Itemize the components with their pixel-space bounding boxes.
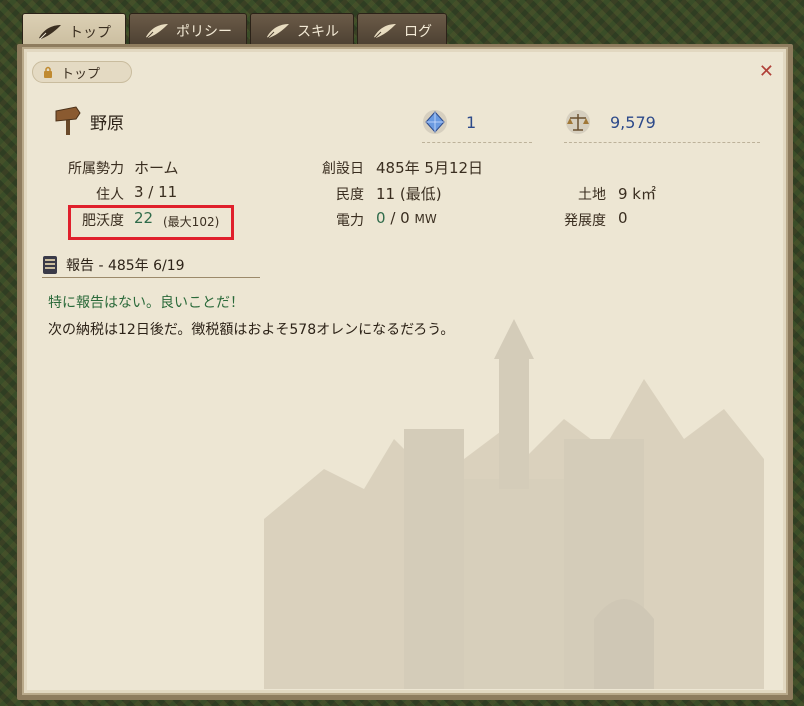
founded-value: 485年 5月12日 [376, 159, 484, 177]
tab-skill[interactable]: スキル [250, 13, 354, 47]
power-label: 電力 [336, 213, 364, 229]
quill-icon [374, 23, 396, 38]
tab-label: ログ [404, 23, 432, 40]
tab-log[interactable]: ログ [357, 13, 447, 47]
breadcrumb[interactable]: トップ [32, 61, 132, 83]
faction-label: 所属勢力 [68, 161, 124, 177]
morale-label: 民度 [336, 187, 364, 203]
divider [564, 142, 760, 143]
close-icon[interactable]: ✕ [759, 63, 774, 81]
signpost-icon [55, 106, 81, 135]
power-value: 0 / 0 MW [376, 209, 437, 227]
fertility-value: 22 [134, 209, 154, 227]
money-stat: 9,579 [564, 109, 760, 143]
report-line-tax: 次の納税は12日後だ。徴税額はおよそ578オレンになるだろう。 [48, 322, 455, 338]
tab-label: スキル [297, 23, 339, 40]
lock-icon [44, 66, 52, 78]
town-info-panel: トップ ✕ 野原 1 9,579 所属勢力 ホーム 住人 3 / 11 肥沃度 … [22, 47, 788, 695]
scales-icon [566, 110, 590, 134]
land-value: 9 k㎡ [618, 185, 656, 203]
tab-label: ポリシー [176, 23, 232, 40]
crystal-value: 1 [466, 112, 477, 132]
residents-value: 3 / 11 [134, 183, 178, 201]
report-title: 報告 - 485年 6/19 [66, 258, 185, 274]
report-header: 報告 - 485年 6/19 [42, 253, 260, 278]
development-label: 発展度 [564, 213, 606, 229]
crystal-icon [423, 110, 447, 134]
faction-value: ホーム [134, 159, 179, 177]
development-value: 0 [618, 209, 628, 227]
tab-policy[interactable]: ポリシー [129, 13, 247, 47]
power-unit: MW [414, 212, 437, 226]
divider [422, 142, 532, 143]
town-name: 野原 [90, 114, 124, 134]
book-icon [43, 256, 57, 274]
breadcrumb-label: トップ [61, 66, 101, 82]
quill-icon [267, 23, 289, 38]
morale-value: 11 (最低) [376, 185, 442, 203]
power-current: 0 [376, 209, 386, 227]
tab-label: トップ [69, 24, 111, 41]
crystal-stat: 1 [422, 109, 532, 143]
fertility-max: (最大102) [163, 215, 220, 229]
quill-icon [39, 24, 61, 39]
fertility-label: 肥沃度 [82, 213, 124, 229]
money-value: 9,579 [610, 112, 656, 132]
power-rest: / 0 [390, 209, 410, 227]
residents-label: 住人 [96, 187, 124, 203]
quill-icon [146, 23, 168, 38]
report-line-good: 特に報告はない。良いことだ！ [48, 295, 244, 311]
castle-illustration [264, 319, 764, 689]
founded-label: 創設日 [322, 161, 364, 177]
land-label: 土地 [578, 187, 606, 203]
